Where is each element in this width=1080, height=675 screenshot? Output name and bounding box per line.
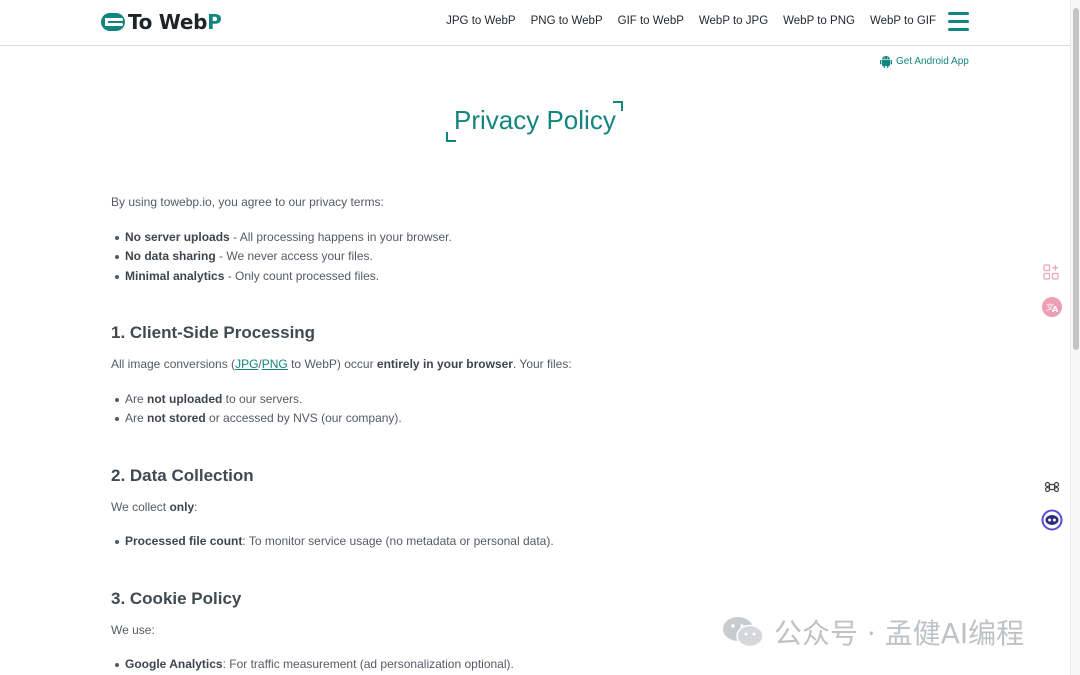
nav-webp-to-gif[interactable]: WebP to GIF xyxy=(870,15,936,27)
png-link[interactable]: PNG xyxy=(262,357,288,371)
list-item-post: to our servers. xyxy=(222,391,303,406)
section-heading-client-side: 1. Client-Side Processing xyxy=(111,323,316,342)
list-item-bold: No data sharing xyxy=(125,249,216,263)
list-item-text: : To monitor service usage (no metadata … xyxy=(242,534,554,548)
list-item-bold: Minimal analytics xyxy=(125,268,225,283)
site-logo[interactable]: To WebP xyxy=(100,10,222,34)
list-item-bold: Google Analytics xyxy=(125,657,223,671)
section2-paragraph: We collect only: xyxy=(111,498,971,518)
list-item-pre: Are xyxy=(125,411,148,425)
apps-grid-icon[interactable] xyxy=(1040,261,1062,283)
nav-png-to-webp[interactable]: PNG to WebP xyxy=(531,15,603,27)
list-item: Google Analytics: For traffic measuremen… xyxy=(115,655,971,675)
translate-icon[interactable]: 文 A xyxy=(1041,296,1063,318)
section1-list: Are not uploaded to our servers. Are not… xyxy=(111,390,971,429)
nav-jpg-to-webp[interactable]: JPG to WebP xyxy=(446,15,515,27)
section1-paragraph: All image conversions (JPG/PNG to WebP) … xyxy=(111,355,971,375)
section1-text-mid: to WebP) occur xyxy=(287,357,377,371)
nav-webp-to-jpg[interactable]: WebP to JPG xyxy=(699,15,768,27)
logo-text-accent: P xyxy=(207,10,222,34)
svg-text:A: A xyxy=(1052,305,1059,314)
page-title: Privacy Policy xyxy=(454,105,616,135)
section-heading-cookie-policy: 3. Cookie Policy xyxy=(111,588,242,608)
section1-text-bold: entirely in your browser xyxy=(376,357,513,371)
logo-mark-icon xyxy=(100,12,126,32)
list-item-text: - Only count processed files. xyxy=(224,268,380,283)
nav-gif-to-webp[interactable]: GIF to WebP xyxy=(618,15,684,27)
list-item-pre: Are xyxy=(125,391,148,406)
android-icon xyxy=(880,56,892,68)
android-link-label: Get Android App xyxy=(896,56,969,67)
command-icon[interactable] xyxy=(1041,476,1063,498)
watermark-text: 公众号 · 孟健AI编程 xyxy=(774,617,1025,650)
jpg-link[interactable]: JPG xyxy=(235,357,258,371)
main-nav: JPG to WebP PNG to WebP GIF to WebP WebP… xyxy=(431,15,936,27)
list-item: Are not stored or accessed by NVS (our c… xyxy=(115,409,971,429)
section-heading-data-collection: 2. Data Collection xyxy=(111,465,254,485)
get-android-app-link[interactable]: Get Android App xyxy=(880,55,969,68)
list-item-bold: No server uploads xyxy=(125,229,230,244)
intro-text: By using towebp.io, you agree to our pri… xyxy=(111,195,384,209)
assistant-icon[interactable] xyxy=(1041,509,1063,531)
page-title-frame: Privacy Policy xyxy=(446,101,623,142)
page-scrollbar[interactable] xyxy=(1070,0,1080,675)
list-item-bold: not stored xyxy=(147,411,206,425)
logo-text-main: To Web xyxy=(128,10,208,34)
list-item: No server uploads - All processing happe… xyxy=(115,228,971,248)
policy-content: By using towebp.io, you agree to our pri… xyxy=(111,190,971,675)
list-item-bold: not uploaded xyxy=(147,391,223,406)
list-item: No data sharing - We never access your f… xyxy=(115,247,971,267)
list-item: Processed file count: To monitor service… xyxy=(115,532,971,552)
section3-list: Google Analytics: For traffic measuremen… xyxy=(111,655,971,675)
nav-webp-to-png[interactable]: WebP to PNG xyxy=(783,15,855,27)
scrollbar-thumb[interactable] xyxy=(1073,8,1079,350)
logo-text: To WebP xyxy=(128,10,222,34)
list-item: Minimal analytics - Only count processed… xyxy=(115,267,971,287)
section2-list: Processed file count: To monitor service… xyxy=(111,532,971,552)
summary-list: No server uploads - All processing happe… xyxy=(111,228,971,287)
list-item-bold: Processed file count xyxy=(125,534,243,548)
section2-text-post: : xyxy=(194,499,198,514)
list-item-text: - All processing happens in your browser… xyxy=(229,229,452,244)
list-item-text: - We never access your files. xyxy=(215,249,373,263)
site-header: To WebP JPG to WebP PNG to WebP GIF to W… xyxy=(0,0,1070,46)
section1-text-pre: All image conversions ( xyxy=(111,357,236,371)
section2-text-pre: We collect xyxy=(111,499,170,514)
section2-text-bold: only xyxy=(169,499,195,514)
wechat-icon xyxy=(723,617,764,648)
section1-text-post: . Your files: xyxy=(512,357,572,371)
list-item: Are not uploaded to our servers. xyxy=(115,390,971,410)
list-item-text: : For traffic measurement (ad personaliz… xyxy=(222,657,514,671)
list-item-post: or accessed by NVS (our company). xyxy=(205,411,402,425)
wechat-watermark: 公众号 · 孟健AI编程 xyxy=(722,612,1024,652)
hamburger-icon[interactable] xyxy=(948,12,969,32)
